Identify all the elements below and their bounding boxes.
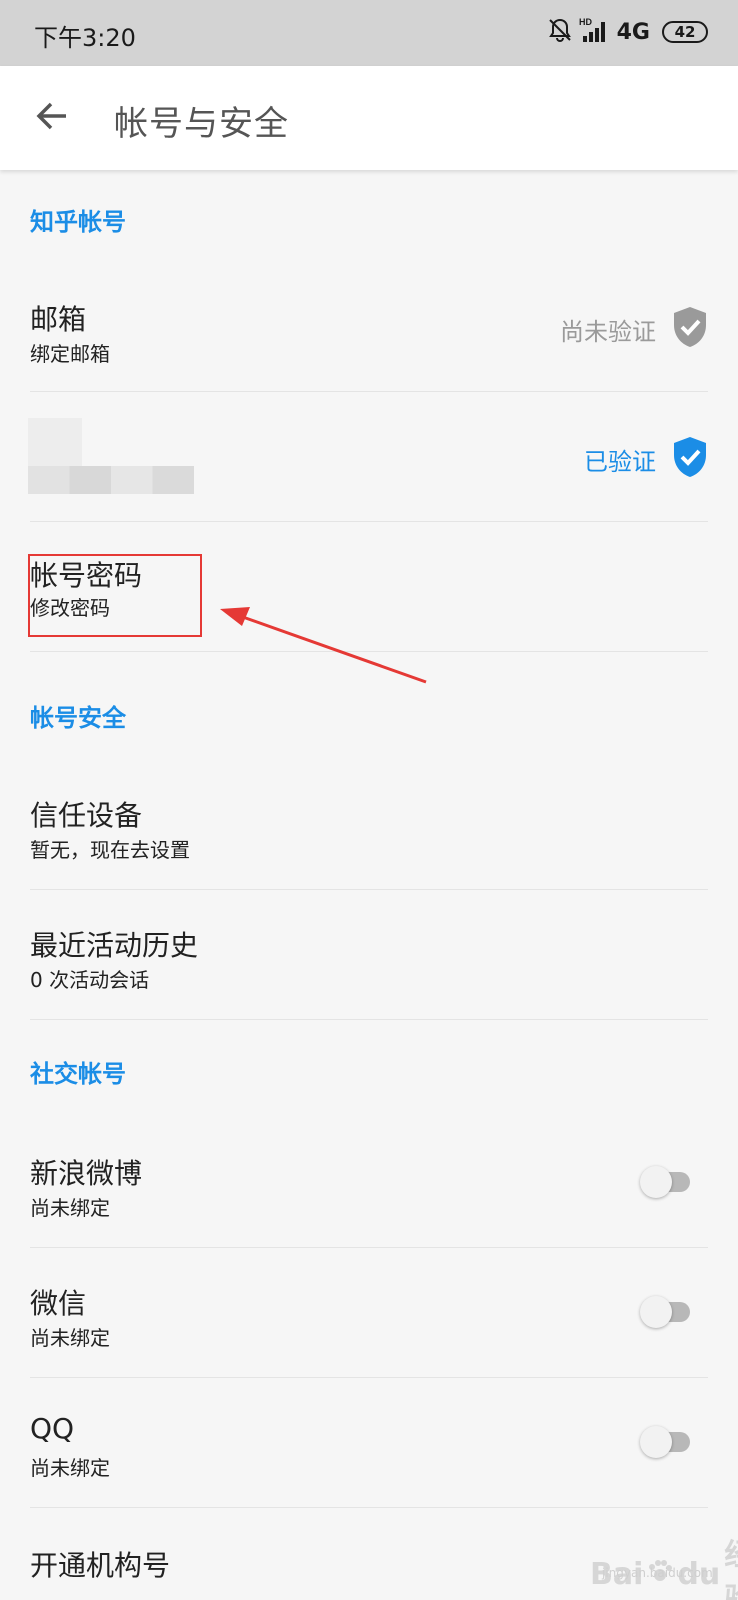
hd-signal-icon: HD <box>579 16 609 48</box>
recent-activity-title: 最近活动历史 <box>30 929 199 962</box>
app-bar: 帐号与安全 <box>0 66 738 170</box>
qq-title: QQ <box>30 1412 75 1445</box>
org-account-title: 开通机构号 <box>30 1549 171 1582</box>
trusted-devices-title: 信任设备 <box>30 799 143 832</box>
watermark-label: 经验 <box>724 1530 738 1600</box>
arrow-left-icon <box>35 99 69 137</box>
shield-check-icon <box>672 306 708 352</box>
weibo-toggle[interactable] <box>640 1166 690 1198</box>
status-time: 下午3:20 <box>34 24 136 52</box>
baidu-jingyan-watermark: Bai du 经验 jingyan.baidu.com <box>590 1530 738 1600</box>
battery-icon: 42 <box>662 21 708 43</box>
weibo-row[interactable]: 新浪微博 尚未绑定 <box>0 1118 738 1248</box>
section-header-zhihu-account: 知乎帐号 <box>30 208 126 236</box>
redacted-phone-title <box>28 418 82 466</box>
qq-row[interactable]: QQ 尚未绑定 <box>0 1378 738 1508</box>
email-subtitle: 绑定邮箱 <box>30 342 110 366</box>
page-title: 帐号与安全 <box>114 104 289 144</box>
section-header-social-accounts: 社交帐号 <box>30 1060 126 1088</box>
annotation-highlight-box <box>28 554 202 637</box>
weibo-title: 新浪微博 <box>30 1157 143 1190</box>
wechat-subtitle: 尚未绑定 <box>30 1326 110 1350</box>
phone-status-text: 已验证 <box>584 447 656 476</box>
recent-activity-row[interactable]: 最近活动历史 0 次活动会话 <box>0 890 738 1020</box>
section-header-account-security: 帐号安全 <box>30 704 126 732</box>
wechat-row[interactable]: 微信 尚未绑定 <box>0 1248 738 1378</box>
bell-off-icon <box>547 17 573 47</box>
email-status-text: 尚未验证 <box>560 317 656 346</box>
divider <box>30 1019 708 1020</box>
trusted-devices-subtitle: 暂无，现在去设置 <box>30 838 190 862</box>
shield-check-icon <box>672 436 708 482</box>
status-icons: HD 4G 42 <box>547 14 708 50</box>
status-bar: 下午3:20 HD 4G 42 <box>0 0 738 66</box>
recent-activity-subtitle: 0 次活动会话 <box>30 968 150 992</box>
weibo-subtitle: 尚未绑定 <box>30 1196 110 1220</box>
back-button[interactable] <box>28 94 76 142</box>
annotation-arrow <box>220 607 427 684</box>
qq-subtitle: 尚未绑定 <box>30 1456 110 1480</box>
phone-status: 已验证 <box>584 436 708 482</box>
network-4g-icon: 4G <box>616 19 650 45</box>
watermark-url: jingyan.baidu.com <box>602 1566 713 1580</box>
qq-toggle[interactable] <box>640 1426 690 1458</box>
email-title: 邮箱 <box>30 303 87 336</box>
svg-text:HD: HD <box>579 17 592 27</box>
wechat-title: 微信 <box>30 1287 87 1320</box>
email-status: 尚未验证 <box>560 306 708 352</box>
phone-row[interactable]: 已验证 <box>0 392 738 522</box>
email-row[interactable]: 邮箱 绑定邮箱 尚未验证 <box>0 262 738 392</box>
wechat-toggle[interactable] <box>640 1296 690 1328</box>
redacted-phone-subtitle <box>28 466 194 494</box>
trusted-devices-row[interactable]: 信任设备 暂无，现在去设置 <box>0 760 738 890</box>
